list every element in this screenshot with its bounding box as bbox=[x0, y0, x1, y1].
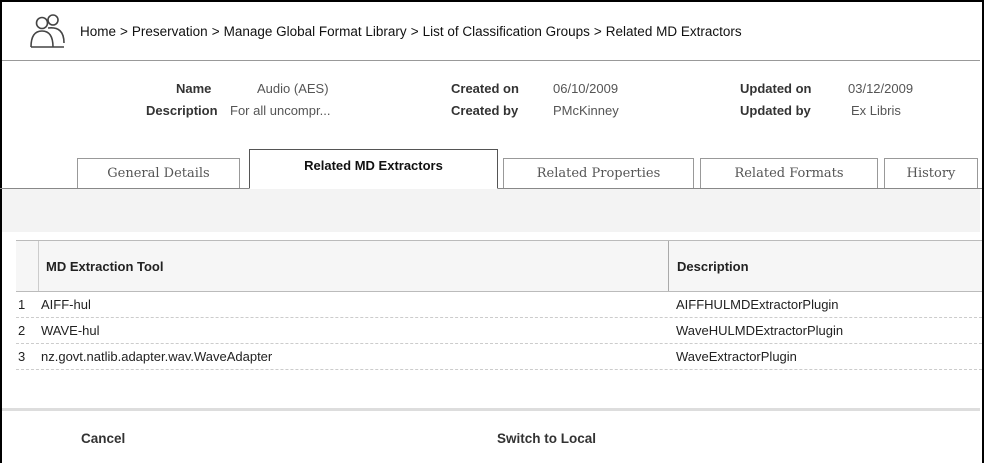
tool-cell: WAVE-hul bbox=[41, 323, 100, 338]
updated-on-label: Updated on bbox=[740, 81, 812, 96]
column-header-tool[interactable]: MD Extraction Tool bbox=[39, 241, 669, 291]
description-cell: AIFFHULMDExtractorPlugin bbox=[676, 297, 839, 312]
tab-history[interactable]: History bbox=[884, 158, 978, 188]
breadcrumb-current: Related MD Extractors bbox=[605, 23, 742, 39]
breadcrumb: Home > Preservation > Manage Global Form… bbox=[80, 24, 742, 39]
breadcrumb-classification-groups[interactable]: List of Classification Groups bbox=[423, 24, 590, 39]
description-cell: WaveHULMDExtractorPlugin bbox=[676, 323, 844, 338]
description-label: Description bbox=[146, 103, 218, 118]
description-cell: WaveExtractorPlugin bbox=[676, 349, 797, 364]
breadcrumb-separator: > bbox=[593, 23, 602, 39]
tab-related-properties[interactable]: Related Properties bbox=[503, 158, 694, 188]
created-on-value: 06/10/2009 bbox=[553, 81, 619, 96]
table-row[interactable]: 3 nz.govt.natlib.adapter.wav.WaveAdapter… bbox=[16, 344, 982, 370]
toolbar-band bbox=[2, 189, 980, 232]
updated-by-label: Updated by bbox=[740, 103, 811, 118]
row-number-header bbox=[16, 241, 39, 291]
tab-related-formats[interactable]: Related Formats bbox=[700, 158, 878, 188]
name-label: Name bbox=[176, 81, 212, 96]
breadcrumb-preservation[interactable]: Preservation bbox=[132, 24, 208, 39]
tab-bar: General Details Related MD Extractors Re… bbox=[0, 148, 982, 189]
table-header: MD Extraction Tool Description bbox=[16, 240, 982, 292]
tab-related-md-extractors[interactable]: Related MD Extractors bbox=[249, 149, 498, 189]
row-number: 3 bbox=[18, 349, 26, 364]
breadcrumb-format-library[interactable]: Manage Global Format Library bbox=[224, 24, 407, 39]
breadcrumb-separator: > bbox=[120, 23, 128, 39]
updated-on-value: 03/12/2009 bbox=[848, 81, 914, 96]
created-by-label: Created by bbox=[451, 103, 519, 118]
footer-divider bbox=[2, 408, 980, 411]
name-value: Audio (AES) bbox=[257, 81, 329, 96]
breadcrumb-bar: Home > Preservation > Manage Global Form… bbox=[2, 2, 980, 61]
cancel-button[interactable]: Cancel bbox=[81, 431, 125, 446]
switch-to-local-button[interactable]: Switch to Local bbox=[497, 431, 596, 446]
table-row[interactable]: 2 WAVE-hul WaveHULMDExtractorPlugin bbox=[16, 318, 982, 344]
tab-general-details[interactable]: General Details bbox=[77, 158, 240, 188]
users-icon bbox=[30, 14, 65, 48]
breadcrumb-separator: > bbox=[211, 23, 220, 39]
breadcrumb-separator: > bbox=[410, 23, 419, 39]
description-value: For all uncompr... bbox=[230, 103, 331, 118]
tool-cell: nz.govt.natlib.adapter.wav.WaveAdapter bbox=[41, 349, 273, 364]
column-header-description[interactable]: Description bbox=[669, 241, 982, 291]
row-number: 1 bbox=[18, 297, 26, 312]
breadcrumb-home[interactable]: Home bbox=[80, 24, 116, 39]
created-by-value: PMcKinney bbox=[553, 103, 619, 118]
table-row[interactable]: 1 AIFF-hul AIFFHULMDExtractorPlugin bbox=[16, 292, 982, 318]
md-extractors-table: MD Extraction Tool Description 1 AIFF-hu… bbox=[16, 240, 982, 370]
row-number: 2 bbox=[18, 323, 26, 338]
created-on-label: Created on bbox=[451, 81, 519, 96]
format-info: Name Audio (AES) Description For all unc… bbox=[0, 75, 980, 135]
updated-by-value: Ex Libris bbox=[851, 103, 901, 118]
tool-cell: AIFF-hul bbox=[41, 297, 91, 312]
